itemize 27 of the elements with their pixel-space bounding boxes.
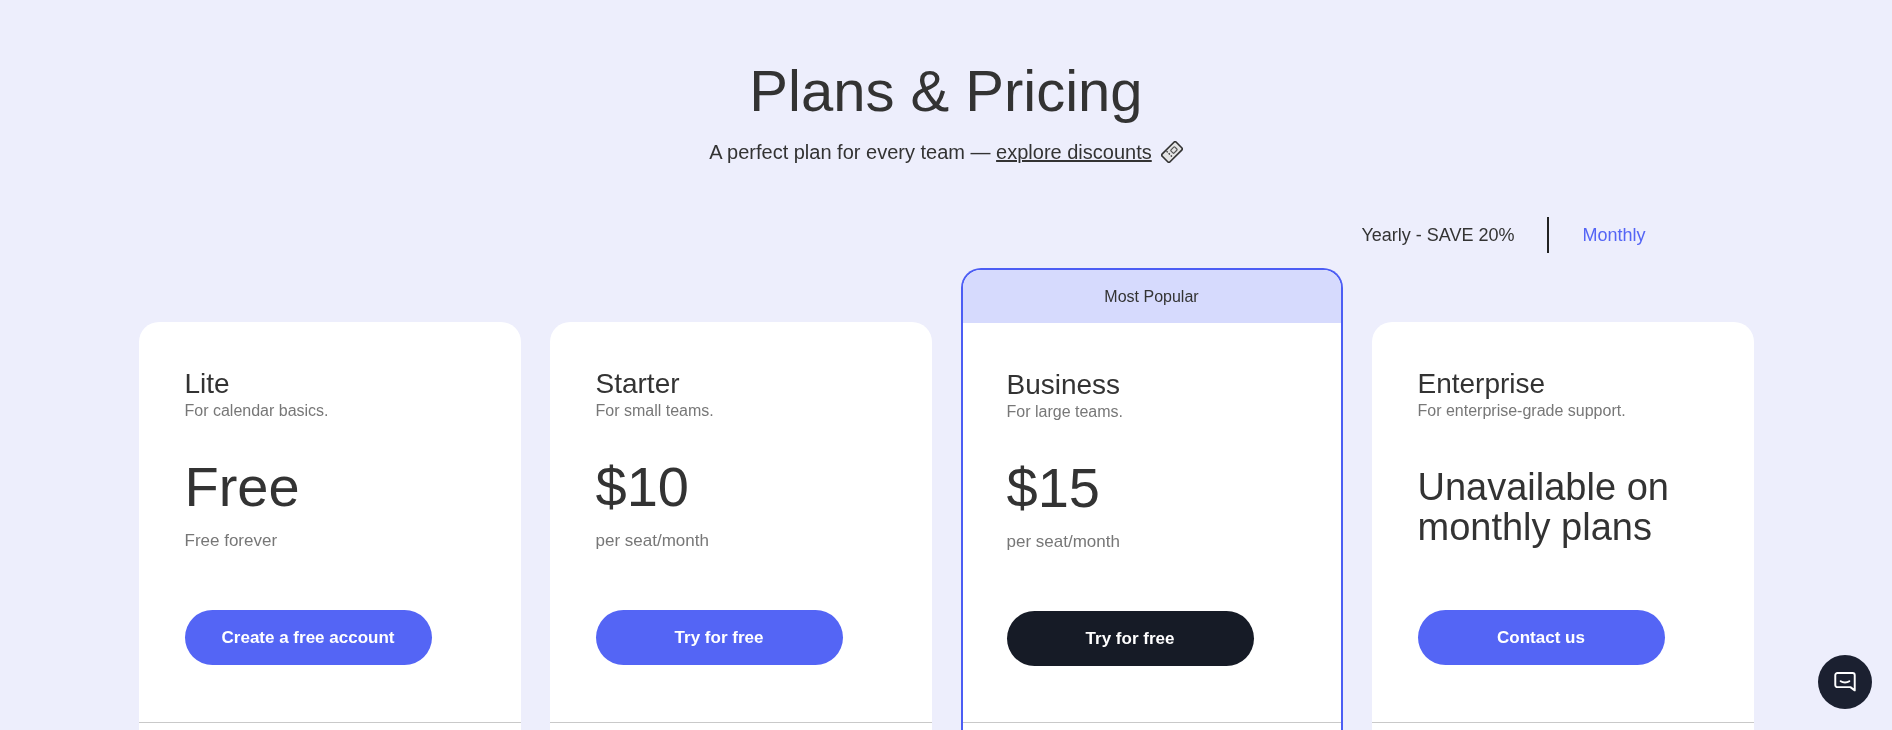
plan-description: For enterprise-grade support. <box>1417 401 1626 421</box>
discounts-link[interactable]: explore discounts <box>996 141 1152 163</box>
plan-name: Business <box>1006 369 1121 401</box>
plan-button[interactable]: Contact us <box>1417 610 1665 665</box>
plan-price: Free <box>184 455 300 519</box>
plan-description: For calendar basics. <box>184 401 329 421</box>
price-note: per seat/month <box>1006 531 1120 553</box>
plan-description: For small teams. <box>595 401 714 421</box>
billing-option[interactable]: Monthly <box>1582 224 1646 246</box>
plan-price: $15 <box>1006 456 1100 520</box>
plan-button[interactable]: Try for free <box>1006 611 1254 666</box>
plan-name: Lite <box>184 368 230 400</box>
plan-button[interactable]: Try for free <box>595 610 843 665</box>
subtitle-text: A perfect plan for every team — explore discounts <box>709 140 1152 164</box>
price-note: Free forever <box>184 530 278 552</box>
chat-button[interactable] <box>1818 655 1872 709</box>
plan-price: $10 <box>595 455 689 519</box>
popular-banner: Most Popular <box>962 270 1341 323</box>
plan-name: Starter <box>595 368 680 400</box>
plan-name: Enterprise <box>1417 368 1546 400</box>
price-note: per seat/month <box>595 530 709 552</box>
page-title: Plans & Pricing <box>749 58 1143 124</box>
plan-button[interactable]: Create a free account <box>184 610 432 665</box>
billing-option[interactable]: Yearly - SAVE 20% <box>1361 224 1515 246</box>
chat-bubble-icon <box>1834 672 1856 692</box>
plan-description: For large teams. <box>1006 402 1123 422</box>
availability-note: Unavailable on monthly plans <box>1417 465 1670 547</box>
